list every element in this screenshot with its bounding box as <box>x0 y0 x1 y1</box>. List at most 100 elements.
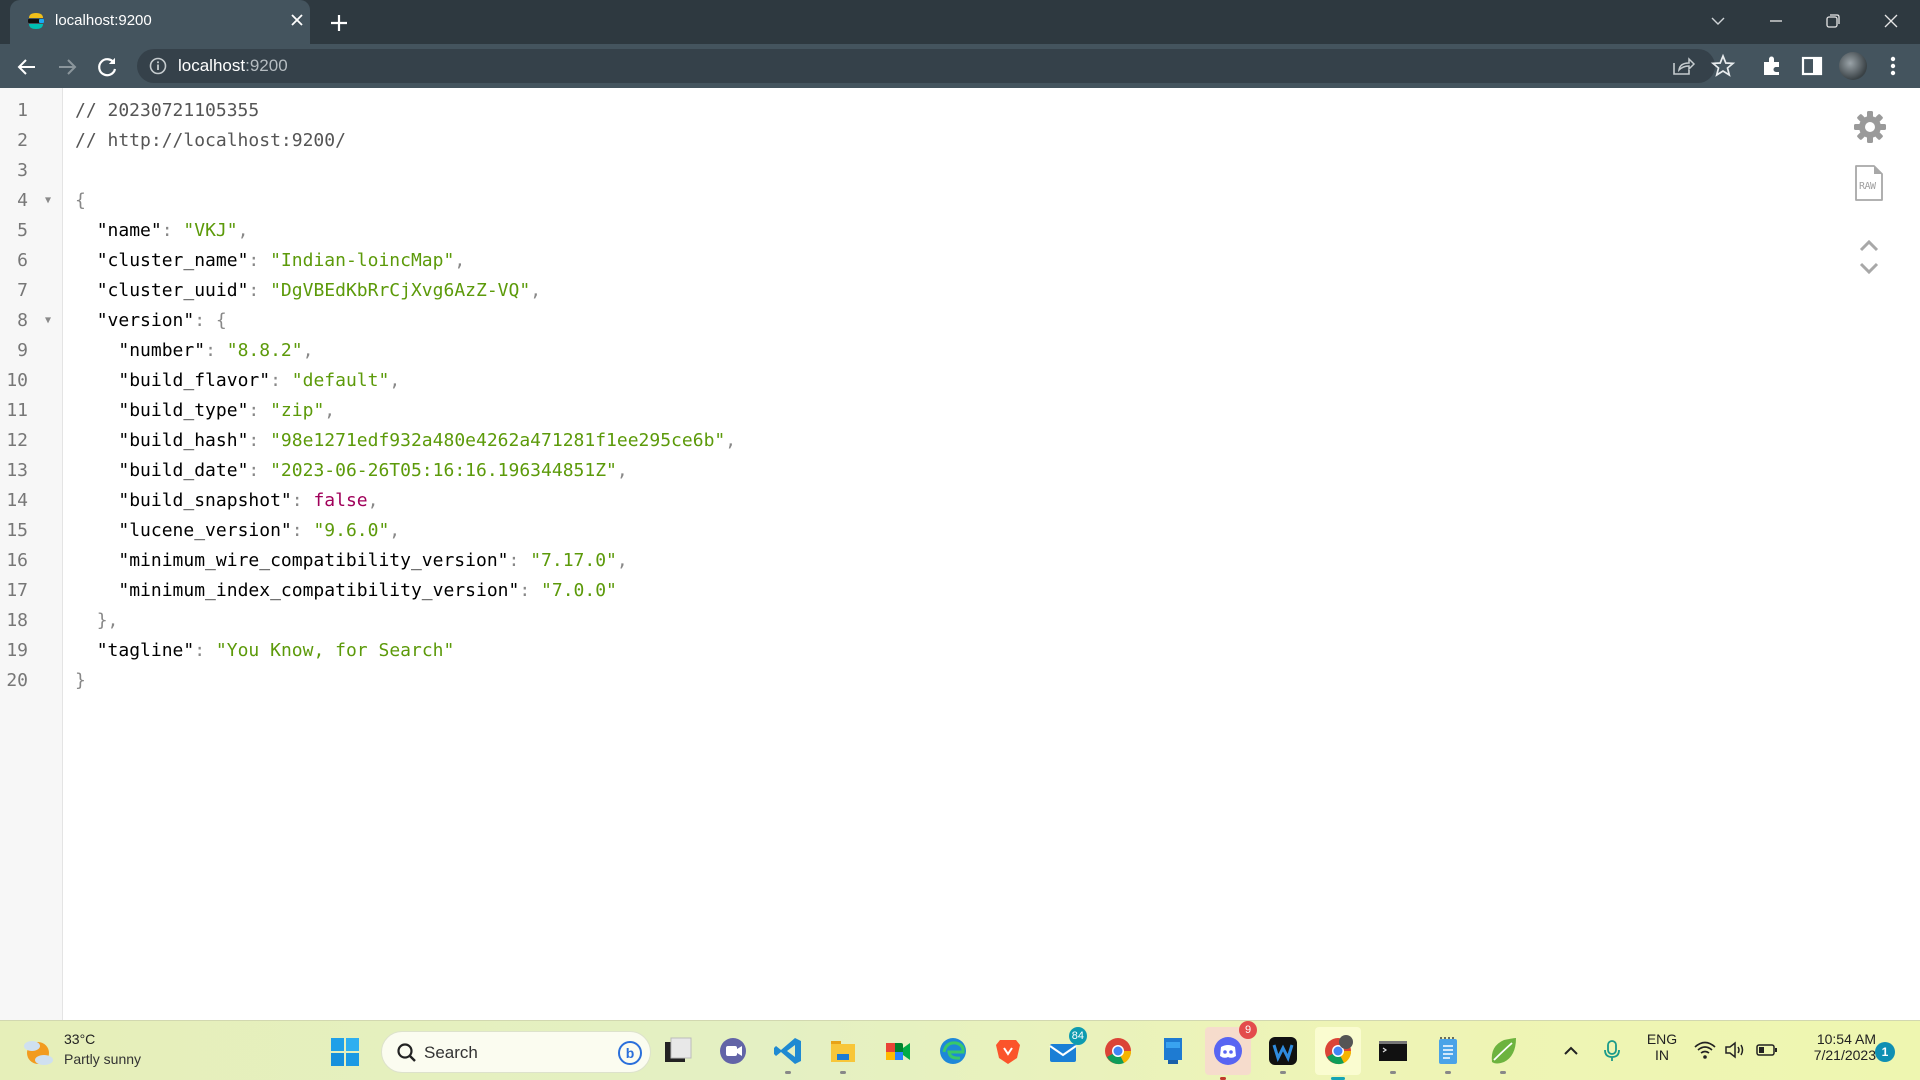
forward-button[interactable] <box>53 53 81 81</box>
region-label: IN <box>1655 1047 1669 1063</box>
taskbar-app-spring-tools[interactable] <box>1485 1033 1521 1074</box>
bookmark-star-icon[interactable] <box>1710 53 1736 79</box>
punctuation: , <box>725 430 737 451</box>
code-content: // 20230721105355 <box>75 96 259 126</box>
line-number: 17 <box>6 580 28 601</box>
profile-avatar[interactable] <box>1839 52 1867 80</box>
taskbar-app-terminal[interactable] <box>1375 1033 1411 1074</box>
partly-sunny-icon <box>24 1041 53 1065</box>
extensions-puzzle-icon[interactable] <box>1759 53 1785 79</box>
taskbar-app-webex[interactable] <box>1265 1033 1301 1074</box>
running-indicator <box>785 1071 791 1074</box>
taskbar-app-file-explorer[interactable] <box>825 1033 861 1074</box>
running-indicator <box>1390 1071 1396 1074</box>
brave-icon <box>996 1040 1020 1064</box>
line-number: 12 <box>6 430 28 451</box>
json-key: "lucene_version" <box>118 520 292 541</box>
side-panel-icon[interactable] <box>1799 53 1825 79</box>
close-window-button[interactable] <box>1873 6 1909 36</box>
close-icon <box>291 14 303 26</box>
menu-kebab-icon[interactable] <box>1880 53 1906 79</box>
address-bar[interactable]: localhost:9200 <box>137 49 1736 83</box>
microphone-icon[interactable] <box>1602 1039 1622 1063</box>
line-number: 6 <box>17 250 28 271</box>
clock[interactable]: 10:54 AM 7/21/2023 <box>1790 1031 1876 1063</box>
taskbar-app-google-meet[interactable] <box>880 1033 916 1069</box>
taskbar-search[interactable]: Search b <box>381 1031 651 1073</box>
bing-icon[interactable]: b <box>618 1041 642 1065</box>
line-number: 16 <box>6 550 28 571</box>
restore-icon <box>1826 14 1840 28</box>
comment-token: // http://localhost:9200/ <box>75 130 346 151</box>
browser-tab[interactable]: localhost:9200 <box>10 0 310 44</box>
tab-strip: localhost:9200 <box>0 0 1920 44</box>
discord-icon <box>1214 1037 1242 1065</box>
back-button[interactable] <box>13 53 41 81</box>
tab-close-button[interactable] <box>285 8 309 32</box>
language-indicator[interactable]: ENG IN <box>1642 1031 1682 1063</box>
url-text[interactable]: localhost:9200 <box>178 56 288 76</box>
json-key: "cluster_name" <box>96 250 249 271</box>
taskbar-app-chrome-profile[interactable] <box>1315 1027 1361 1080</box>
new-tab-button[interactable] <box>325 9 353 37</box>
minimize-button[interactable] <box>1758 6 1794 36</box>
restore-button[interactable] <box>1815 6 1851 36</box>
json-string-value: "7.0.0" <box>541 580 617 601</box>
taskbar-app-brave[interactable] <box>990 1033 1026 1069</box>
taskbar-app-device-manager[interactable] <box>1155 1033 1191 1069</box>
code-content: "version": { <box>75 306 227 336</box>
taskbar-app-notepad[interactable] <box>1430 1033 1466 1074</box>
minimize-icon <box>1770 20 1782 22</box>
show-hidden-icons-chevron-icon[interactable] <box>1561 1041 1581 1061</box>
line-number: 10 <box>6 370 28 391</box>
punctuation: : <box>194 640 216 661</box>
code-line: 17 "minimum_index_compatibility_version"… <box>0 576 1800 606</box>
taskbar-app-mail[interactable]: 84 <box>1045 1027 1087 1069</box>
quick-settings[interactable] <box>1693 1039 1793 1063</box>
taskbar-app-teams-meet[interactable] <box>715 1033 751 1069</box>
chevron-down-icon <box>1711 17 1725 25</box>
line-number: 13 <box>6 460 28 481</box>
taskbar-app-edge[interactable] <box>935 1033 971 1069</box>
notification-badge[interactable]: 1 <box>1875 1042 1895 1062</box>
taskbar-app-chrome[interactable] <box>1100 1033 1136 1069</box>
fold-toggle-icon[interactable]: ▼ <box>45 186 51 216</box>
json-string-value: "9.6.0" <box>313 520 390 541</box>
raw-toggle-button[interactable]: RAW <box>1853 163 1885 203</box>
windows-start-icon[interactable] <box>330 1037 360 1067</box>
code-content: "build_snapshot": false, <box>75 486 378 516</box>
punctuation: , <box>454 250 466 271</box>
punctuation: { <box>75 190 86 211</box>
tab-search-button[interactable] <box>1700 6 1736 36</box>
json-key: "name" <box>96 220 162 241</box>
webex-icon <box>1269 1037 1297 1065</box>
plus-icon <box>331 15 347 31</box>
code-content: "number": "8.8.2", <box>75 336 313 366</box>
json-key: "build_flavor" <box>118 370 271 391</box>
taskbar-app-task-view[interactable] <box>660 1033 696 1069</box>
google-meet-icon <box>886 1043 910 1060</box>
chevron-up-icon[interactable] <box>1857 238 1881 254</box>
code-line: 2 // http://localhost:9200/ <box>0 126 1800 156</box>
reload-button[interactable] <box>93 53 121 81</box>
taskbar-app-discord[interactable]: 9 <box>1205 1021 1257 1080</box>
code-content: "build_date": "2023-06-26T05:16:16.19634… <box>75 456 627 486</box>
task-view-icon <box>665 1037 692 1062</box>
punctuation: : { <box>194 310 227 331</box>
file-explorer-icon <box>831 1041 855 1062</box>
code-line: 9 "number": "8.8.2", <box>0 336 1800 366</box>
share-icon[interactable] <box>1670 53 1696 79</box>
info-icon[interactable] <box>149 57 167 75</box>
chevron-down-icon[interactable] <box>1857 260 1881 276</box>
taskbar-app-vscode[interactable] <box>770 1033 806 1074</box>
code-line: 3 <box>0 156 1800 186</box>
fold-toggle-icon[interactable]: ▼ <box>45 306 51 336</box>
json-key: "minimum_index_compatibility_version" <box>118 580 520 601</box>
gear-icon[interactable] <box>1851 108 1889 146</box>
code-content: "tagline": "You Know, for Search" <box>75 636 455 666</box>
reload-icon <box>98 58 117 77</box>
punctuation: : <box>291 520 314 541</box>
